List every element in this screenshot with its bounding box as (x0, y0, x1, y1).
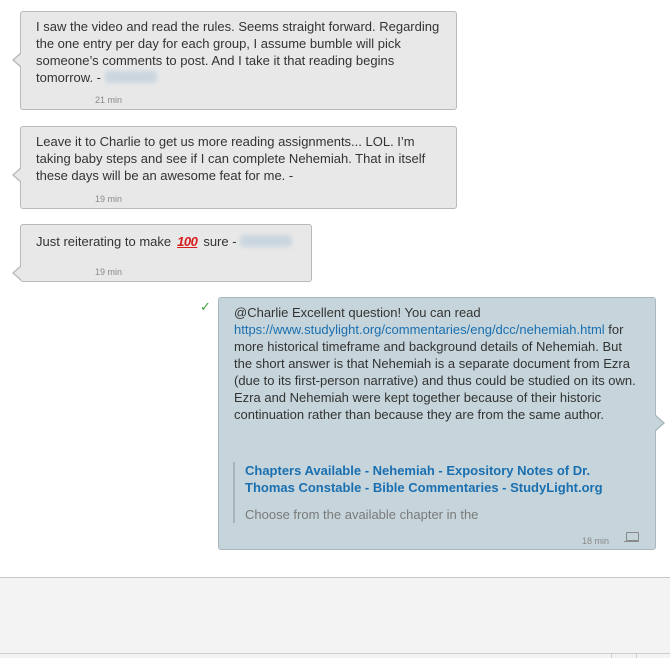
link-preview-title[interactable]: Chapters Available - Nehemiah - Exposito… (245, 462, 641, 496)
message-bubble-incoming: Leave it to Charlie to get us more readi… (12, 126, 457, 209)
message-bubble-incoming: I saw the video and read the rules. Seem… (12, 11, 457, 110)
hundred-points-emoji: 100 (177, 234, 198, 249)
commentary-link[interactable]: https://www.studylight.org/commentaries/… (234, 322, 605, 337)
toolbar-divider (611, 654, 612, 658)
message-text: Leave it to Charlie to get us more readi… (36, 134, 426, 183)
message-timestamp: 21 min (95, 95, 123, 105)
message-composer[interactable] (0, 577, 670, 658)
message-timestamp: 19 min (95, 194, 123, 204)
message-timestamp: 18 min (582, 536, 610, 546)
redacted-name (104, 71, 157, 83)
laptop-icon (624, 532, 639, 542)
redacted-name (240, 235, 293, 247)
message-text-start: @Charlie Excellent question! You can rea… (234, 305, 481, 320)
message-timestamp: 19 min (95, 267, 123, 277)
chat-thread: I saw the video and read the rules. Seem… (0, 0, 670, 578)
message-text-start: Just reiterating to make (36, 234, 172, 249)
message-text: I saw the video and read the rules. Seem… (36, 19, 440, 85)
toolbar-divider (636, 654, 637, 658)
link-preview-description: Choose from the available chapter in the (245, 507, 479, 522)
composer-toolbar (0, 653, 670, 658)
message-text-end: sure - (203, 234, 237, 249)
check-icon: ✓ (200, 299, 211, 314)
message-bubble-incoming: Just reiterating to make 100 sure - 19 min (12, 224, 312, 282)
message-text-end: for more historical timeframe and backgr… (234, 322, 636, 422)
link-preview[interactable]: Chapters Available - Nehemiah - Exposito… (233, 462, 641, 523)
message-bubble-outgoing: @Charlie Excellent question! You can rea… (218, 297, 665, 550)
